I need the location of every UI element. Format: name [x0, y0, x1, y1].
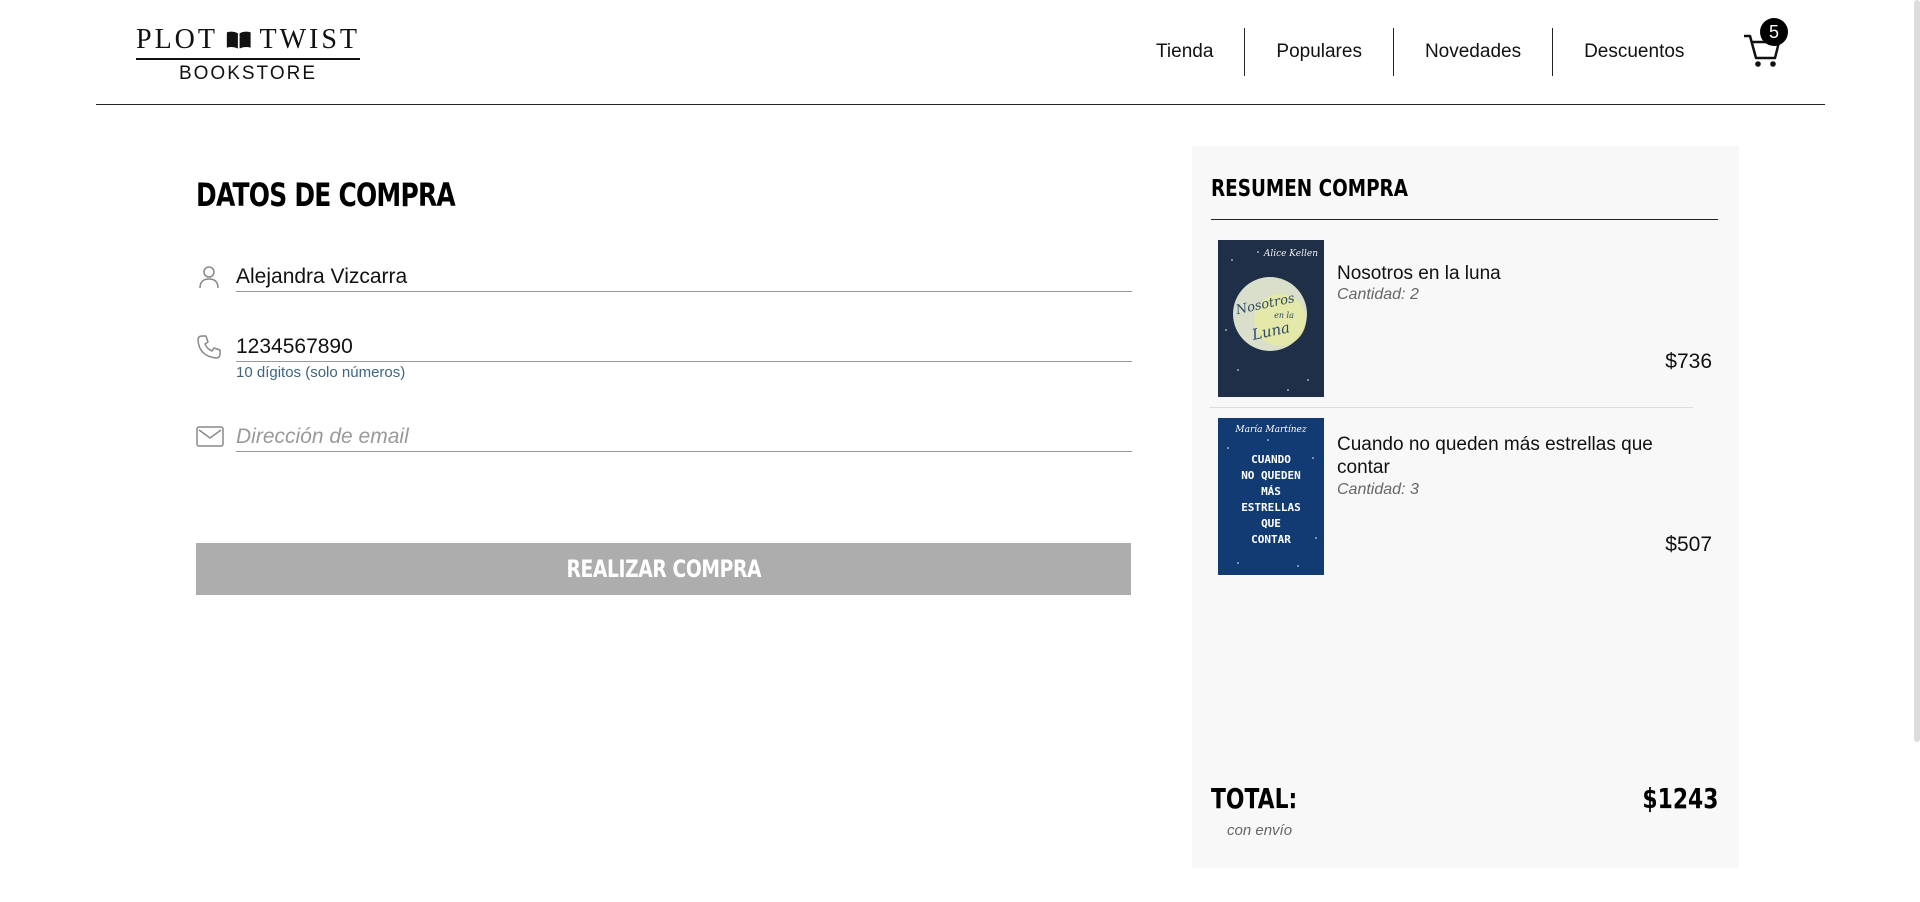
nav-item-populares[interactable]: Populares: [1245, 28, 1393, 76]
book-cover-image: María Martínez CUANDO NO QUEDEN MÁS ESTR…: [1218, 418, 1324, 575]
open-book-icon: [226, 31, 251, 49]
phone-icon: [197, 335, 221, 359]
book-cover-image: Alice Kellen Nosotros en la Luna: [1218, 240, 1324, 397]
site-header: PLOT TWIST BOOKSTORE Tienda Populares No…: [0, 0, 1920, 106]
summary-title: RESUMEN COMPRA: [1211, 176, 1408, 202]
item-price: $736: [1665, 350, 1712, 373]
order-summary: RESUMEN COMPRA Alice Kellen Nosotros en …: [1192, 146, 1739, 868]
input-underline: [236, 361, 1132, 362]
item-quantity: Cantidad: 3: [1337, 481, 1419, 498]
phone-input-value[interactable]: 1234567890: [236, 335, 353, 359]
cover-author-text: María Martínez: [1234, 424, 1306, 435]
place-order-label: REALIZAR COMPRA: [566, 555, 761, 583]
input-underline: [236, 291, 1132, 292]
input-underline: [236, 451, 1132, 452]
form-title: DATOS DE COMPRA: [196, 176, 456, 214]
brand-subtitle: BOOKSTORE: [178, 63, 317, 84]
logo-divider: [136, 58, 360, 60]
page-scrollbar[interactable]: [1914, 0, 1920, 742]
summary-item: María Martínez CUANDO NO QUEDEN MÁS ESTR…: [1218, 418, 1712, 575]
phone-hint: 10 dígitos (solo números): [236, 364, 406, 381]
cart-count-badge: 5: [1760, 18, 1788, 46]
main-nav: Tienda Populares Novedades Descuentos: [1125, 28, 1715, 76]
cover-title-text: QUE: [1261, 517, 1281, 530]
cover-title-text: ESTRELLAS: [1241, 501, 1301, 514]
place-order-button[interactable]: REALIZAR COMPRA: [196, 543, 1131, 595]
name-input-value[interactable]: Alejandra Vizcarra: [236, 265, 407, 289]
total-shipping-note: con envío: [1227, 822, 1293, 839]
cover-title-text: CUANDO: [1251, 453, 1291, 466]
user-icon: [199, 266, 219, 289]
mail-icon: [196, 426, 224, 447]
email-field[interactable]: Dirección de email: [196, 421, 1132, 453]
header-divider: [96, 104, 1825, 105]
item-divider: [1209, 407, 1693, 408]
item-quantity: Cantidad: 2: [1337, 286, 1419, 303]
brand-name-right: TWIST: [259, 24, 360, 55]
cover-author-text: Alice Kellen: [1263, 249, 1318, 259]
total-label: TOTAL:: [1211, 782, 1298, 815]
nav-item-tienda[interactable]: Tienda: [1125, 28, 1244, 76]
phone-field[interactable]: 1234567890 10 dígitos (solo números): [196, 331, 1132, 387]
name-field[interactable]: Alejandra Vizcarra: [196, 262, 1132, 294]
cover-title-text: NO QUEDEN: [1241, 469, 1301, 482]
brand-logo[interactable]: PLOT TWIST BOOKSTORE: [136, 24, 360, 85]
item-title: Nosotros en la luna: [1337, 263, 1501, 284]
brand-name-left: PLOT: [136, 24, 218, 55]
nav-item-novedades[interactable]: Novedades: [1394, 28, 1552, 76]
cover-title-text: MÁS: [1261, 485, 1281, 498]
email-input-placeholder[interactable]: Dirección de email: [236, 425, 409, 449]
cover-title-text: CONTAR: [1251, 533, 1291, 546]
summary-item: Alice Kellen Nosotros en la Luna Nosotro…: [1218, 240, 1712, 405]
summary-divider: [1211, 219, 1718, 220]
item-price: $507: [1665, 533, 1712, 556]
nav-item-descuentos[interactable]: Descuentos: [1553, 28, 1715, 76]
item-title: Cuando no queden más estrellas que conta…: [1337, 434, 1653, 478]
total-value: $1243: [1642, 782, 1718, 815]
